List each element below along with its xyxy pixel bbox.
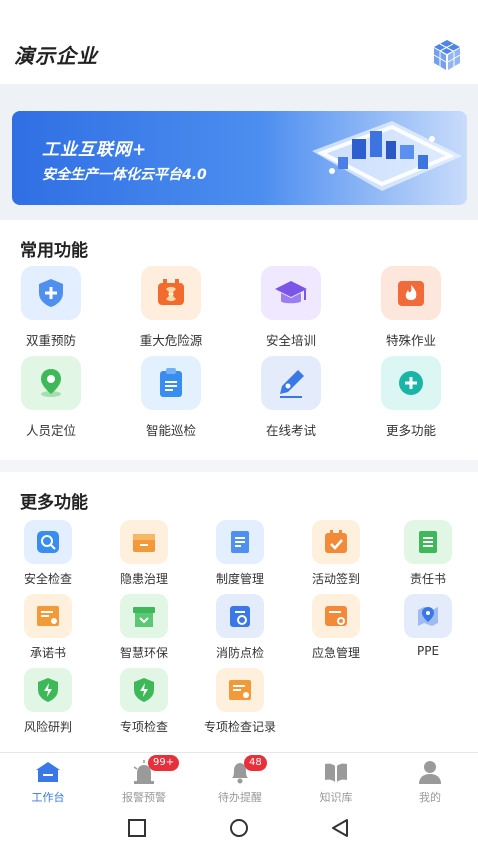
system-nav-bar	[0, 810, 478, 850]
bottom-tab-bar: 工作台 99+ 报警预警 48 待办提醒 知识库 我的	[0, 752, 478, 810]
home-circle-icon[interactable]	[228, 818, 250, 840]
tile-activity-checkin[interactable]: 活动签到	[292, 520, 380, 587]
tile-label: 应急管理	[311, 646, 360, 660]
tile-personnel-location[interactable]: 人员定位	[10, 356, 92, 439]
tile-safety-check[interactable]: 安全检查	[4, 520, 92, 587]
tab-label: 工作台	[31, 791, 65, 804]
plus-circle-icon	[381, 356, 441, 410]
tile-safety-training[interactable]: 安全培训	[250, 266, 332, 349]
company-title: 演示企业	[14, 44, 98, 68]
app-header: 演示企业	[0, 0, 478, 84]
todo-badge: 48	[244, 755, 267, 771]
radiation-icon	[141, 266, 201, 320]
tile-policy-management[interactable]: 制度管理	[196, 520, 284, 587]
common-functions-section: 常用功能 双重预防 重大危险源 安全培训 特殊作业 人员定位 智能巡检 在线考试…	[0, 220, 478, 460]
tile-label: 人员定位	[25, 423, 76, 438]
search-icon	[24, 520, 72, 564]
tab-knowledge-base[interactable]: 知识库	[288, 757, 384, 805]
tile-online-exam[interactable]: 在线考试	[250, 356, 332, 439]
tile-special-operation[interactable]: 特殊作业	[370, 266, 452, 349]
book-icon	[288, 757, 384, 787]
alarm-icon: 99+	[96, 755, 192, 787]
tile-major-hazard[interactable]: 重大危险源	[130, 266, 212, 349]
pen-nib-icon	[261, 356, 321, 410]
tile-label: 消防点检	[215, 646, 264, 660]
alarm-badge: 99+	[148, 755, 180, 771]
tile-label: 智能巡检	[145, 423, 196, 438]
banner-area: 工业互联网+ 安全生产一体化云平台4.0	[0, 84, 478, 220]
tile-label: 安全培训	[265, 333, 316, 348]
tile-special-check-records[interactable]: 专项检查记录	[196, 668, 284, 735]
certificate-icon	[216, 668, 264, 712]
clipboard-refresh-icon	[216, 594, 264, 638]
more-functions-section: 更多功能 安全检查 隐患治理 制度管理 活动签到 责任书 承诺书 智慧环保 消防…	[0, 472, 478, 752]
clipboard-icon	[141, 356, 201, 410]
tab-label: 报警预警	[122, 791, 166, 804]
tile-dual-prevention[interactable]: 双重预防	[10, 266, 92, 349]
graduation-cap-icon	[261, 266, 321, 320]
tile-label: 安全检查	[23, 572, 72, 586]
banner-subtitle: 安全生产一体化云平台4.0	[42, 167, 207, 183]
cube-icon[interactable]	[430, 38, 464, 72]
tile-responsibility-letter[interactable]: 责任书	[384, 520, 472, 587]
tab-label: 我的	[419, 791, 441, 804]
tile-label: 专项检查	[119, 720, 168, 734]
tab-todo[interactable]: 48 待办提醒	[192, 755, 288, 805]
box-icon	[120, 520, 168, 564]
back-triangle-icon[interactable]	[330, 818, 350, 838]
tile-label: 在线考试	[265, 423, 316, 438]
tab-label: 待办提醒	[218, 791, 262, 804]
tile-label: 隐患治理	[119, 572, 168, 586]
user-icon	[382, 757, 478, 787]
map-pin-icon	[404, 594, 452, 638]
tab-label: 知识库	[319, 791, 353, 804]
tile-label: 智慧环保	[119, 646, 168, 660]
section-title: 常用功能	[20, 241, 88, 261]
document-list-icon	[404, 520, 452, 564]
tile-fire-inspection[interactable]: 消防点检	[196, 594, 284, 661]
tile-label: 承诺书	[29, 646, 66, 660]
tab-alarm[interactable]: 99+ 报警预警	[96, 755, 192, 805]
calendar-check-icon	[312, 520, 360, 564]
tile-label: 责任书	[409, 572, 446, 586]
shield-plus-icon	[21, 266, 81, 320]
tile-emergency-management[interactable]: 应急管理	[292, 594, 380, 661]
tile-label: 双重预防	[25, 333, 76, 348]
tile-ppe[interactable]: PPE	[384, 594, 472, 658]
tile-label: 特殊作业	[385, 333, 436, 348]
tab-workbench[interactable]: 工作台	[0, 757, 96, 805]
tile-smart-environment[interactable]: 智慧环保	[100, 594, 188, 661]
section-title: 更多功能	[20, 493, 88, 513]
location-pin-icon	[21, 356, 81, 410]
tile-label: 活动签到	[311, 572, 360, 586]
tile-label: 专项检查记录	[203, 720, 276, 734]
tile-label: 风险研判	[23, 720, 72, 734]
tile-label: PPE	[416, 644, 440, 658]
tile-special-check[interactable]: 专项检查	[100, 668, 188, 735]
home-icon	[0, 757, 96, 787]
tile-label: 重大危险源	[139, 333, 203, 348]
promo-banner[interactable]: 工业互联网+ 安全生产一体化云平台4.0	[12, 111, 467, 205]
tile-hazard-governance[interactable]: 隐患治理	[100, 520, 188, 587]
tile-label: 更多功能	[385, 423, 436, 438]
banner-title: 工业互联网+	[42, 140, 148, 160]
tile-risk-assessment[interactable]: 风险研判	[4, 668, 92, 735]
shield-bolt-icon	[24, 668, 72, 712]
tab-mine[interactable]: 我的	[382, 757, 478, 805]
emergency-card-icon	[312, 594, 360, 638]
fire-icon	[381, 266, 441, 320]
tile-label: 制度管理	[215, 572, 264, 586]
shield-bolt-icon	[120, 668, 168, 712]
tile-commitment-letter[interactable]: 承诺书	[4, 594, 92, 661]
document-icon	[216, 520, 264, 564]
certificate-icon	[24, 594, 72, 638]
bell-icon: 48	[192, 755, 288, 787]
recent-apps-icon[interactable]	[127, 818, 147, 838]
tile-smart-inspection[interactable]: 智能巡检	[130, 356, 212, 439]
recycle-box-icon	[120, 594, 168, 638]
platform-illustration-icon	[312, 121, 462, 191]
tile-more-functions[interactable]: 更多功能	[370, 356, 452, 439]
